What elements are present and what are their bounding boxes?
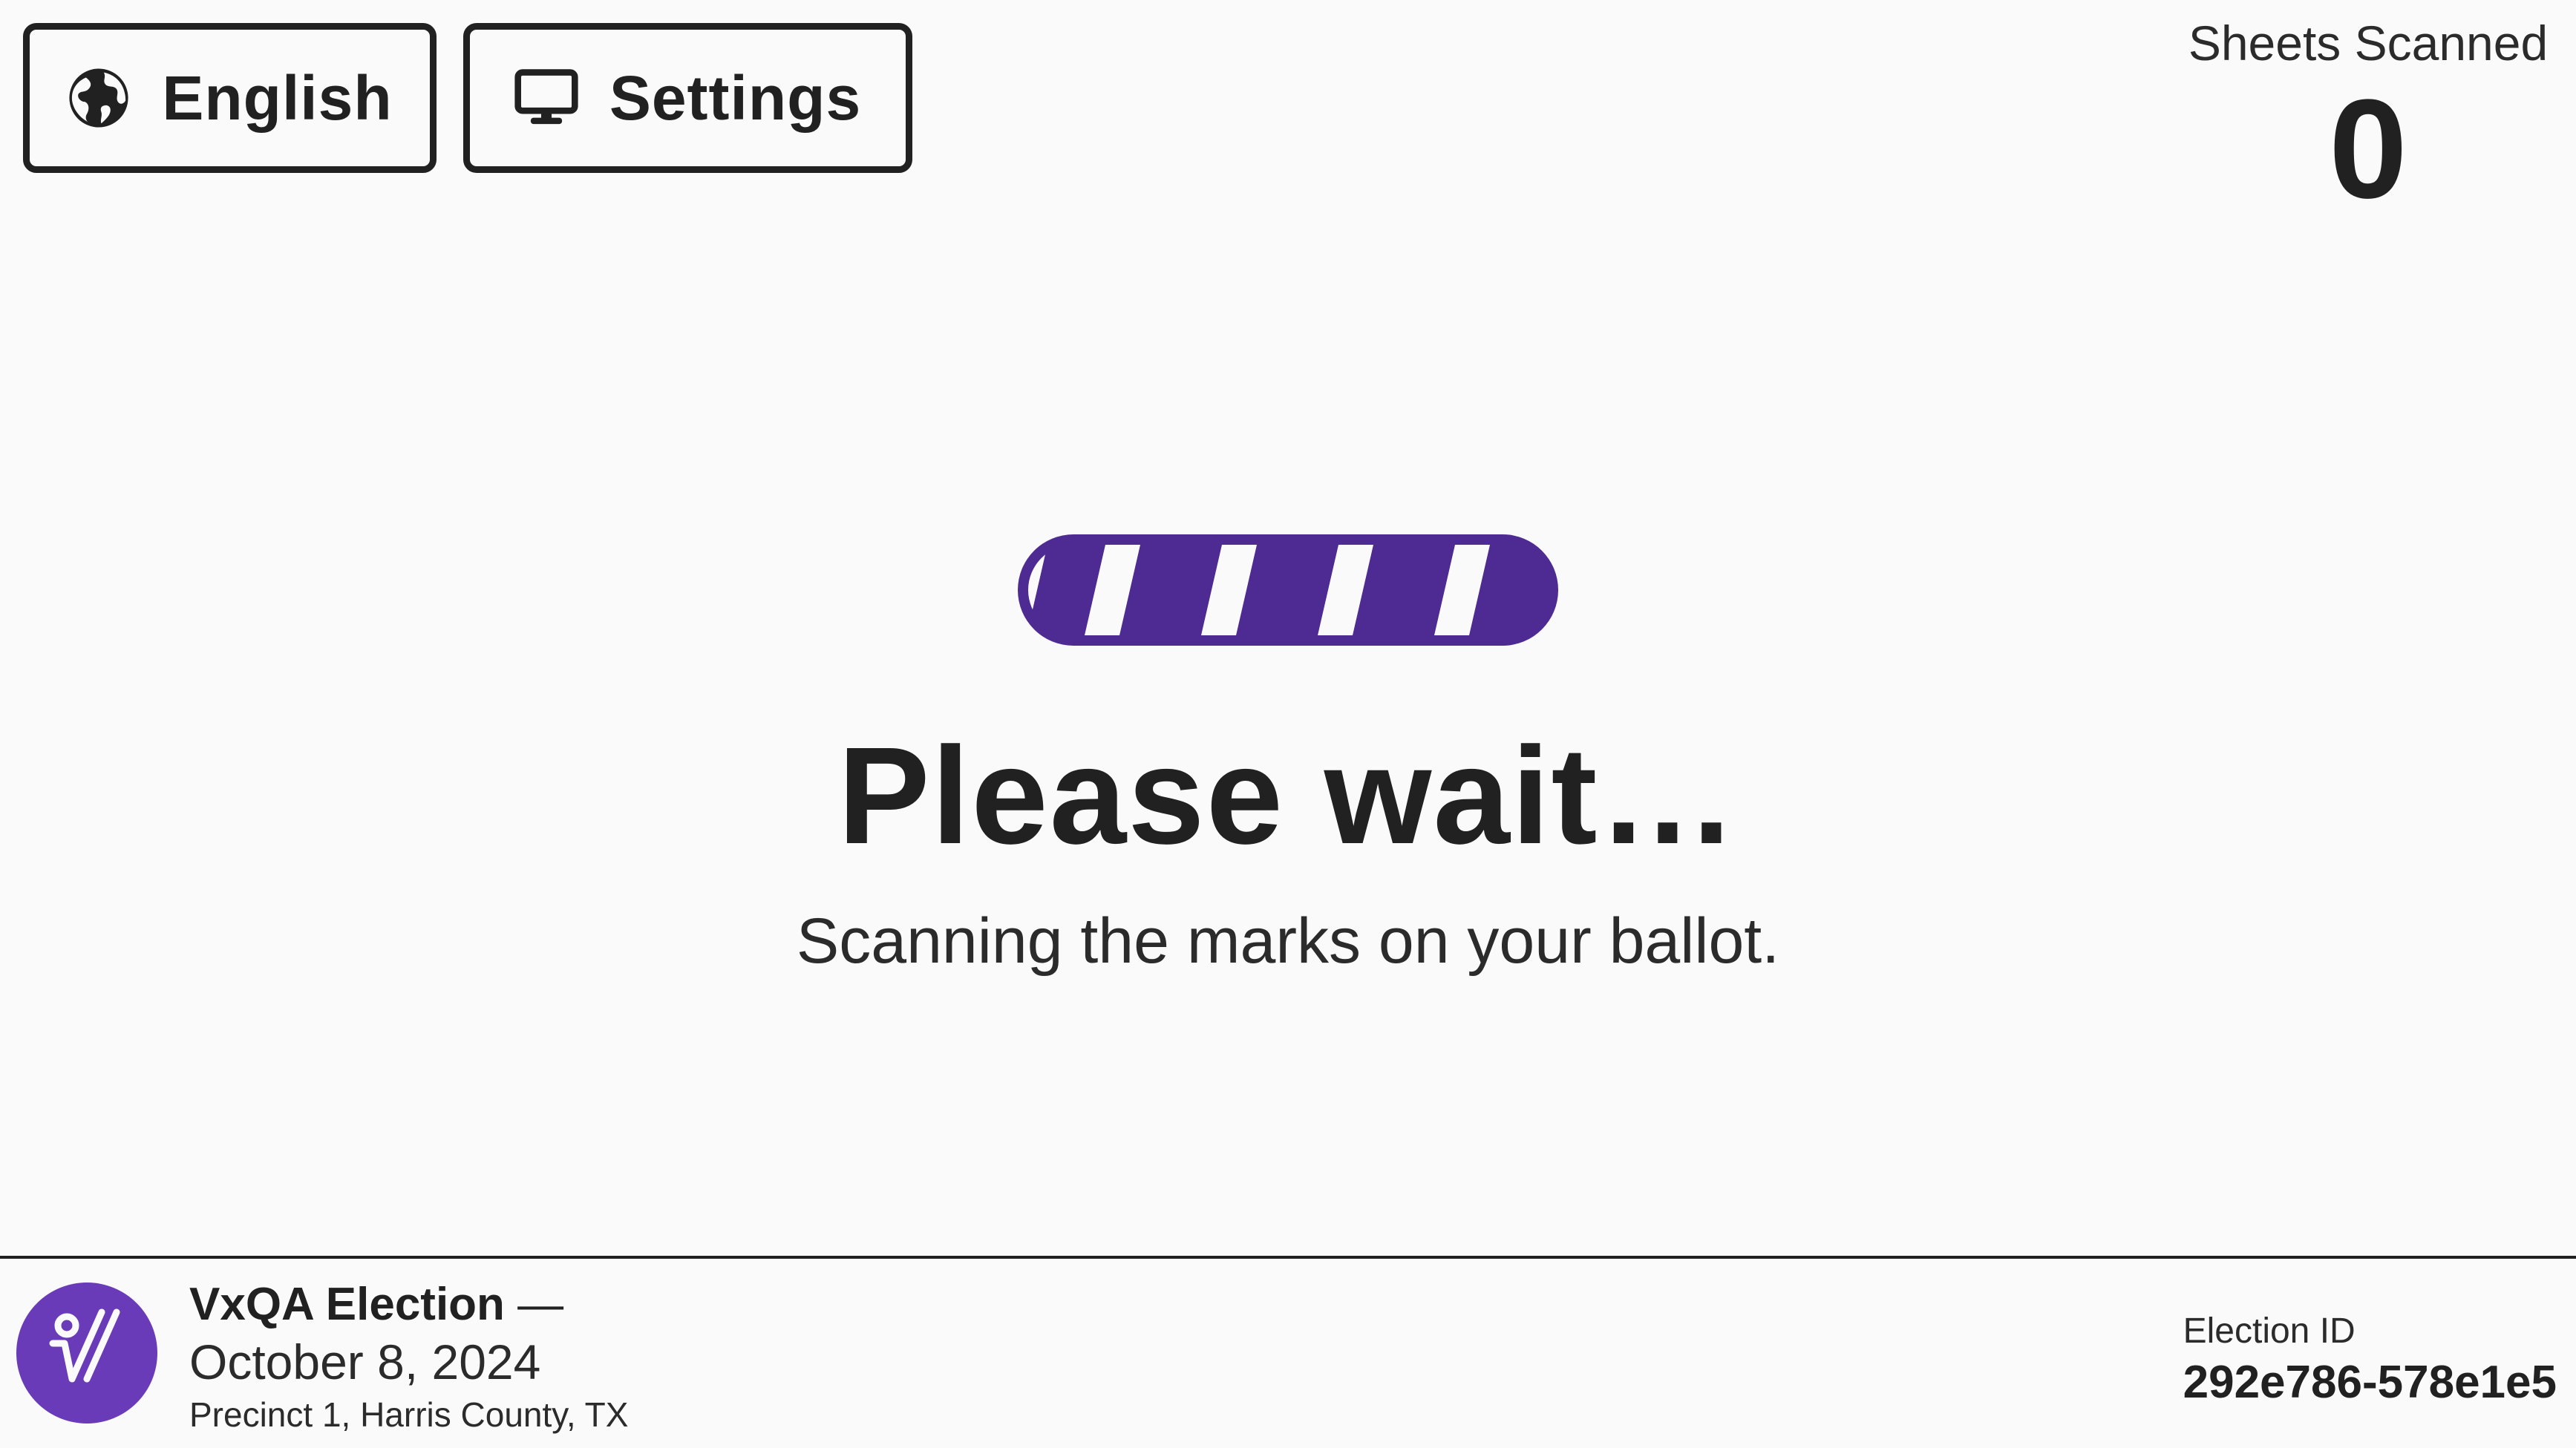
sheets-scanned-counter: Sheets Scanned 0 xyxy=(2183,15,2554,220)
scanning-message: Scanning the marks on your ballot. xyxy=(796,905,1780,977)
election-id-value: 292e786-578e1e5 xyxy=(2183,1357,2557,1408)
main-content: Please wait… Scanning the marks on your … xyxy=(0,534,2576,978)
globe-icon xyxy=(67,66,131,130)
sheets-scanned-label: Sheets Scanned xyxy=(2188,16,2549,71)
please-wait-heading: Please wait… xyxy=(837,719,1739,873)
title-dash: — xyxy=(504,1279,564,1330)
scanner-screen: English Settings Sheets Scanned 0 Please… xyxy=(0,0,2576,1448)
monitor-icon xyxy=(514,66,578,130)
election-date: October 8, 2024 xyxy=(189,1334,541,1389)
settings-button-label: Settings xyxy=(609,62,862,133)
progress-bar xyxy=(1018,534,1558,646)
election-title: VxQA Election xyxy=(189,1279,505,1330)
settings-button[interactable]: Settings xyxy=(463,23,912,173)
election-id-label: Election ID xyxy=(2183,1311,2356,1351)
language-button[interactable]: English xyxy=(23,23,437,173)
election-info: VxQA Election — October 8, 2024 Precinct… xyxy=(189,1278,628,1435)
election-title-line: VxQA Election — xyxy=(189,1278,628,1331)
election-footer: VxQA Election — October 8, 2024 Precinct… xyxy=(0,1256,2576,1448)
sheets-scanned-count: 0 xyxy=(2329,71,2407,228)
language-button-label: English xyxy=(162,62,393,133)
precinct-label: Precinct 1, Harris County, TX xyxy=(189,1395,629,1434)
election-id-block: Election ID 292e786-578e1e5 xyxy=(2183,1311,2557,1409)
vx-logo-icon xyxy=(16,1282,157,1424)
